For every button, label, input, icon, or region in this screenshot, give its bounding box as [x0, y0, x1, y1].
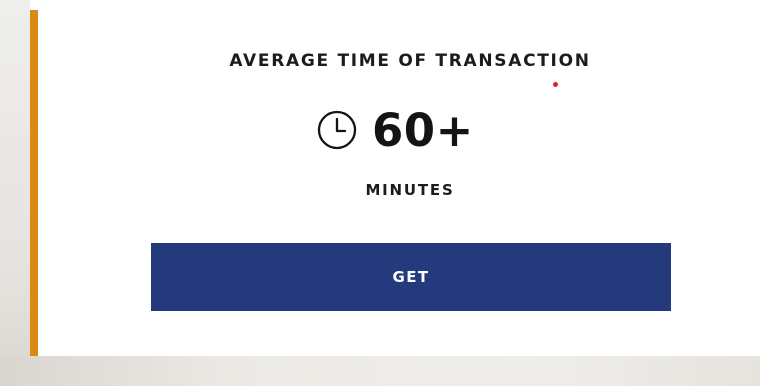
page-background-left	[0, 0, 30, 386]
clock-icon	[316, 109, 358, 151]
card-title: AVERAGE TIME OF TRANSACTION	[229, 51, 591, 71]
red-dot-indicator	[553, 82, 558, 87]
metric-value: 60+	[372, 103, 474, 157]
metric-row: 60+	[316, 101, 474, 159]
card-accent-bar	[30, 10, 38, 356]
metric-unit-label: MINUTES	[365, 181, 455, 199]
get-button[interactable]: GET	[151, 243, 671, 311]
page-background-bottom	[0, 356, 760, 386]
